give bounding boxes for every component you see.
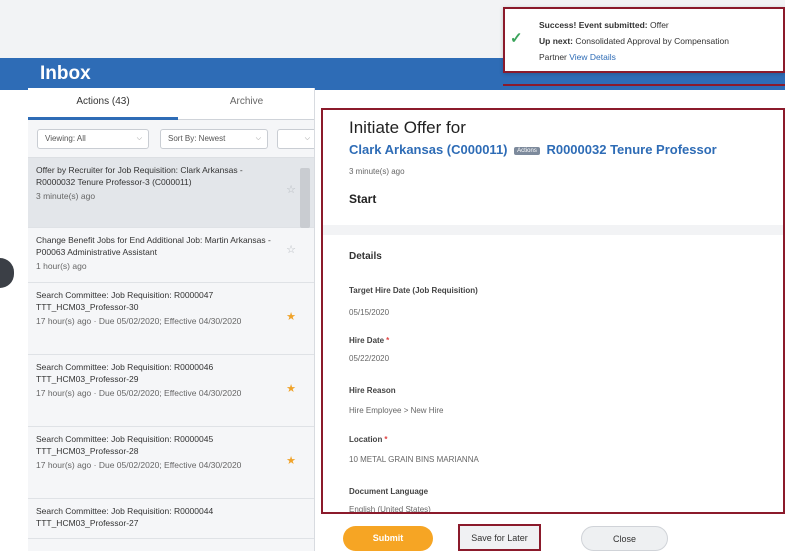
close-button[interactable]: Close <box>581 526 668 551</box>
document-language-label: Document Language <box>349 487 429 496</box>
submit-button[interactable]: Submit <box>343 526 433 551</box>
section-start-heading: Start <box>349 192 377 206</box>
inbox-item-time: 17 hour(s) ago · Due 05/02/2020; Effecti… <box>36 316 242 326</box>
toast-partner-line: Partner View Details <box>539 52 616 62</box>
target-hire-date-label: Target Hire Date (Job Requisition) <box>349 286 478 295</box>
hire-reason-field[interactable]: Hire Employee > New Hire <box>349 406 443 415</box>
inbox-scrollbar[interactable] <box>300 168 310 228</box>
side-panel-handle[interactable] <box>0 258 14 288</box>
inbox-item-title: Offer by Recruiter for Job Requisition: … <box>36 165 243 187</box>
section-divider <box>323 225 783 235</box>
inbox-item[interactable]: Change Benefit Jobs for End Additional J… <box>28 228 314 283</box>
inbox-item-time: 17 hour(s) ago · Due 05/02/2020; Effecti… <box>36 460 242 470</box>
offer-detail-panel: Initiate Offer for Clark Arkansas (C0000… <box>321 108 785 514</box>
inbox-item-time: 17 hour(s) ago · Due 05/02/2020; Effecti… <box>36 388 242 398</box>
required-indicator: * <box>384 435 388 444</box>
inbox-item-time: 3 minute(s) ago <box>36 191 96 201</box>
location-field[interactable]: 10 METAL GRAIN BINS MARIANNA <box>349 455 479 464</box>
worker-link[interactable]: Clark Arkansas (C000011) <box>349 142 508 157</box>
hire-date-field[interactable]: 05/22/2020 <box>349 354 389 363</box>
hire-reason-label: Hire Reason <box>349 386 396 395</box>
chevron-down-icon: ⌵ <box>136 135 142 142</box>
inbox-item[interactable]: Search Committee: Job Requisition: R0000… <box>28 427 314 499</box>
inbox-title: Inbox <box>40 63 91 84</box>
star-icon[interactable]: ★ <box>286 383 296 395</box>
tab-actions[interactable]: Actions (43) <box>28 88 178 120</box>
location-label: Location * <box>349 435 388 444</box>
page-title: Initiate Offer for <box>349 118 466 137</box>
required-indicator: * <box>386 336 390 345</box>
inbox-filters: Viewing: All ⌵ Sort By: Newest ⌵ ⌵ <box>28 120 314 158</box>
success-toast: ✓ Success! Event submitted: Offer Up nex… <box>503 7 785 73</box>
inbox-item[interactable]: Offer by Recruiter for Job Requisition: … <box>28 158 314 228</box>
extra-filter-select[interactable]: ⌵ <box>277 129 314 149</box>
inbox-item-title: Change Benefit Jobs for End Additional J… <box>36 235 271 257</box>
view-details-link[interactable]: View Details <box>569 52 616 62</box>
inbox-item-title: Search Committee: Job Requisition: R0000… <box>36 434 214 456</box>
star-icon[interactable]: ☆ <box>286 184 296 196</box>
inbox-tabs: Actions (43) Archive <box>28 88 314 120</box>
target-hire-date-value: 05/15/2020 <box>349 308 390 317</box>
star-icon[interactable]: ★ <box>286 455 296 467</box>
sort-select[interactable]: Sort By: Newest ⌵ <box>160 129 268 149</box>
inbox-item[interactable]: Search Committee: Job Requisition: R0000… <box>28 283 314 355</box>
highlight-line <box>503 84 785 86</box>
chevron-down-icon: ⌵ <box>304 135 310 142</box>
chevron-down-icon: ⌵ <box>255 135 261 142</box>
inbox-item-title: Search Committee: Job Requisition: R0000… <box>36 506 214 528</box>
save-for-later-button[interactable]: Save for Later <box>458 524 541 551</box>
checkmark-icon: ✓ <box>510 30 523 47</box>
section-details-heading: Details <box>349 251 382 262</box>
tab-archive[interactable]: Archive <box>178 88 314 120</box>
inbox-item-time: 1 hour(s) ago <box>36 261 87 271</box>
offer-subject: Clark Arkansas (C000011) Actions R000003… <box>349 142 717 157</box>
inbox-list-panel: Actions (43) Archive Viewing: All ⌵ Sort … <box>28 88 315 551</box>
inbox-item-title: Search Committee: Job Requisition: R0000… <box>36 290 214 312</box>
hire-date-label: Hire Date * <box>349 336 390 345</box>
viewing-filter-label: Viewing: All <box>45 134 86 143</box>
toast-success-line: Success! Event submitted: Offer <box>539 20 669 30</box>
actions-button[interactable]: Actions <box>514 146 540 155</box>
detail-timestamp: 3 minute(s) ago <box>349 167 405 176</box>
document-language-field[interactable]: English (United States) <box>349 505 431 512</box>
viewing-filter-select[interactable]: Viewing: All ⌵ <box>37 129 149 149</box>
star-icon[interactable]: ★ <box>286 311 296 323</box>
inbox-item[interactable]: Search Committee: Job Requisition: R0000… <box>28 499 314 539</box>
requisition-link[interactable]: R0000032 Tenure Professor <box>546 142 716 157</box>
inbox-item[interactable]: Search Committee: Job Requisition: R0000… <box>28 355 314 427</box>
star-icon[interactable]: ☆ <box>286 244 296 256</box>
inbox-item-title: Search Committee: Job Requisition: R0000… <box>36 362 214 384</box>
toast-upnext-line: Up next: Consolidated Approval by Compen… <box>539 36 729 46</box>
sort-label: Sort By: Newest <box>168 134 226 143</box>
